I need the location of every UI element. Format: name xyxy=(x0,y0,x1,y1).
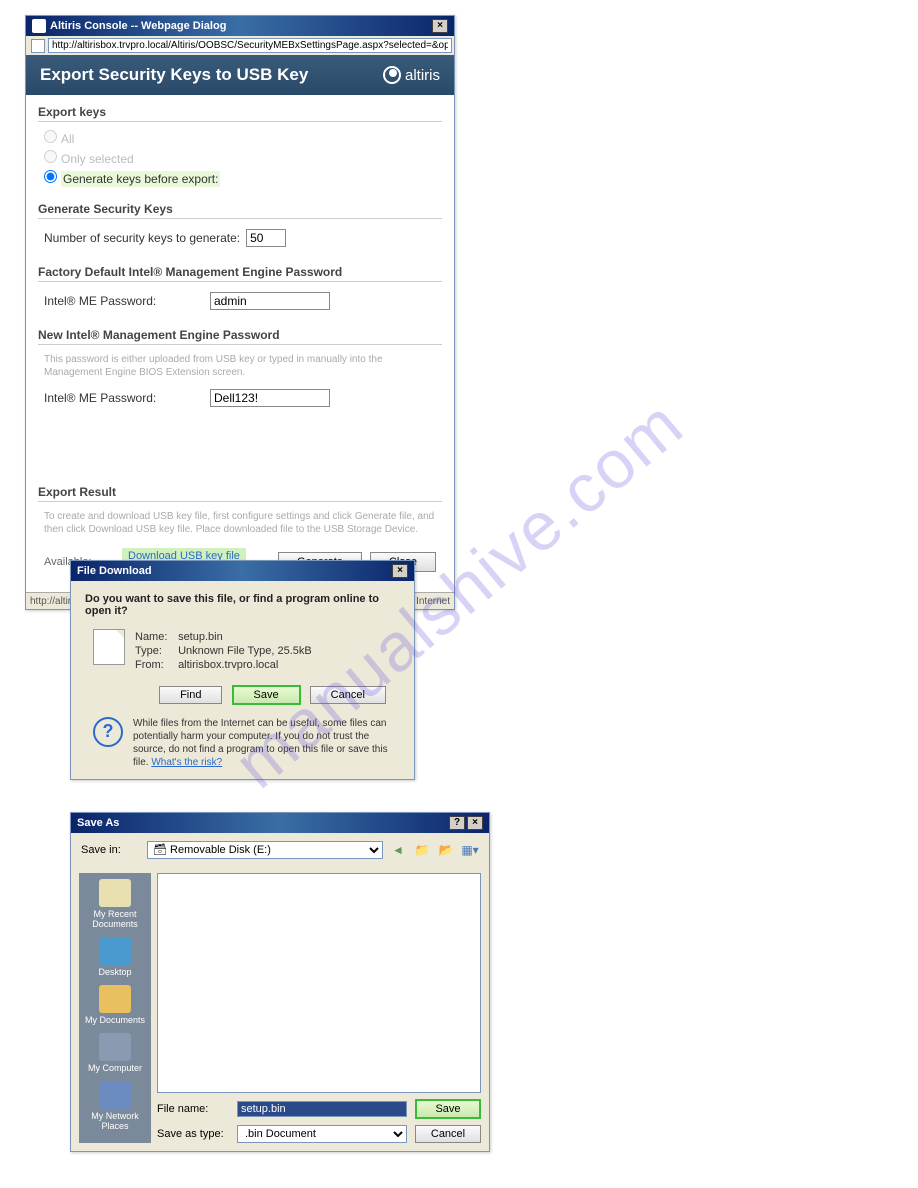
file-name: setup.bin xyxy=(178,631,223,643)
close-icon[interactable]: × xyxy=(467,816,483,830)
help-icon[interactable]: ? xyxy=(449,816,465,830)
radio-generate-row: Generate keys before export: xyxy=(38,168,442,188)
page-title: Export Security Keys to USB Key xyxy=(40,65,383,85)
file-download-buttons: Find Save Cancel xyxy=(145,685,400,705)
page-icon xyxy=(31,39,45,53)
place-recent-documents[interactable]: My Recent Documents xyxy=(81,879,149,929)
saveastype-label: Save as type: xyxy=(157,1128,229,1140)
save-as-title: Save As xyxy=(77,817,119,829)
file-type: Unknown File Type, 25.5kB xyxy=(178,645,312,657)
new-folder-icon[interactable]: 📂 xyxy=(437,841,455,859)
new-password-header: New Intel® Management Engine Password xyxy=(38,324,442,345)
new-password-row: Intel® ME Password: xyxy=(38,385,442,411)
save-as-fields: File name: Save Save as type: .bin Docum… xyxy=(157,1093,481,1143)
save-in-row: Save in: 🗃 Removable Disk (E:) ◄ 📁 📂 ▦▾ xyxy=(81,839,479,865)
security-zone: Internet xyxy=(416,596,450,607)
whats-the-risk-link[interactable]: What's the risk? xyxy=(151,757,222,768)
type-label: Type: xyxy=(135,645,175,657)
file-download-question: Do you want to save this file, or find a… xyxy=(85,593,400,617)
close-icon[interactable]: × xyxy=(432,19,448,33)
save-button[interactable]: Save xyxy=(232,685,301,705)
place-my-documents[interactable]: My Documents xyxy=(81,985,149,1025)
ie-icon xyxy=(32,19,46,33)
export-result-help: To create and download USB key file, fir… xyxy=(38,508,442,542)
save-as-dialog: Save As ? × Save in: 🗃 Removable Disk (E… xyxy=(70,812,490,1152)
generate-keys-header: Generate Security Keys xyxy=(38,198,442,219)
save-in-label: Save in: xyxy=(81,844,141,856)
question-icon: ? xyxy=(93,717,123,747)
radio-generate-before-export[interactable] xyxy=(44,170,57,183)
name-label: Name: xyxy=(135,631,175,643)
altiris-titlebar[interactable]: Altiris Console -- Webpage Dialog × xyxy=(26,16,454,36)
place-desktop[interactable]: Desktop xyxy=(81,937,149,977)
altiris-console-dialog: Altiris Console -- Webpage Dialog × Expo… xyxy=(25,15,455,610)
address-bar xyxy=(26,36,454,55)
file-download-titlebar[interactable]: File Download × xyxy=(71,561,414,581)
page-banner: Export Security Keys to USB Key altiris xyxy=(26,55,454,95)
file-download-body: Do you want to save this file, or find a… xyxy=(71,581,414,779)
radio-all[interactable] xyxy=(44,130,57,143)
new-password-input[interactable] xyxy=(210,389,330,407)
radio-only-selected[interactable] xyxy=(44,150,57,163)
views-icon[interactable]: ▦▾ xyxy=(461,841,479,859)
filename-input[interactable] xyxy=(237,1101,407,1117)
file-info: Name: setup.bin Type: Unknown File Type,… xyxy=(135,629,312,673)
new-password-help: This password is either uploaded from US… xyxy=(38,351,442,385)
num-keys-input[interactable] xyxy=(246,229,286,247)
filename-label: File name: xyxy=(157,1103,229,1115)
back-icon[interactable]: ◄ xyxy=(389,841,407,859)
altiris-window-title: Altiris Console -- Webpage Dialog xyxy=(50,20,226,32)
save-in-select[interactable]: 🗃 Removable Disk (E:) xyxy=(147,841,383,859)
factory-password-header: Factory Default Intel® Management Engine… xyxy=(38,261,442,282)
factory-password-row: Intel® ME Password: xyxy=(38,288,442,314)
find-button[interactable]: Find xyxy=(159,686,222,704)
new-password-label: Intel® ME Password: xyxy=(44,391,204,405)
factory-password-input[interactable] xyxy=(210,292,330,310)
dialog-content: Export keys All Only selected Generate k… xyxy=(26,95,454,592)
num-keys-row: Number of security keys to generate: xyxy=(38,225,442,251)
close-icon[interactable]: × xyxy=(392,564,408,578)
file-download-dialog: File Download × Do you want to save this… xyxy=(70,560,415,780)
places-bar: My Recent Documents Desktop My Documents… xyxy=(79,873,151,1143)
saveastype-select[interactable]: .bin Document xyxy=(237,1125,407,1143)
file-info-row: Name: setup.bin Type: Unknown File Type,… xyxy=(85,629,400,673)
brand-text: altiris xyxy=(405,67,440,84)
warning-text: While files from the Internet can be use… xyxy=(133,717,400,769)
from-label: From: xyxy=(135,659,175,671)
save-as-body: My Recent Documents Desktop My Documents… xyxy=(71,865,489,1151)
radio-selected-row: Only selected xyxy=(38,148,442,168)
file-from: altirisbox.trvpro.local xyxy=(178,659,278,671)
cancel-button[interactable]: Cancel xyxy=(310,686,386,704)
place-my-network[interactable]: My Network Places xyxy=(81,1081,149,1131)
file-list[interactable] xyxy=(157,873,481,1093)
url-input[interactable] xyxy=(48,38,452,53)
radio-all-row: All xyxy=(38,128,442,148)
save-button[interactable]: Save xyxy=(415,1099,481,1119)
file-type-icon xyxy=(93,629,125,665)
num-keys-label: Number of security keys to generate: xyxy=(44,231,240,245)
export-result-header: Export Result xyxy=(38,481,442,502)
export-keys-header: Export keys xyxy=(38,101,442,122)
warning-row: ? While files from the Internet can be u… xyxy=(85,717,400,769)
altiris-brand: altiris xyxy=(383,66,440,84)
place-my-computer[interactable]: My Computer xyxy=(81,1033,149,1073)
cancel-button[interactable]: Cancel xyxy=(415,1125,481,1143)
file-system-area: File name: Save Save as type: .bin Docum… xyxy=(157,873,481,1143)
up-folder-icon[interactable]: 📁 xyxy=(413,841,431,859)
file-download-title: File Download xyxy=(77,565,152,577)
save-as-titlebar[interactable]: Save As ? × xyxy=(71,813,489,833)
altiris-logo-icon xyxy=(383,66,401,84)
factory-password-label: Intel® ME Password: xyxy=(44,294,204,308)
